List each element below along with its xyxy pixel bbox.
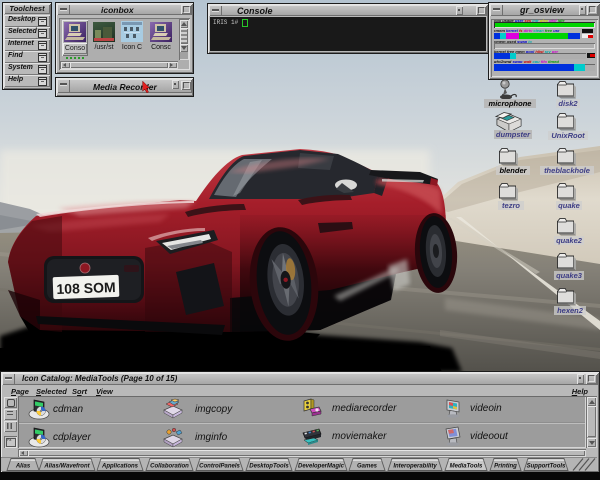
svg-text:Printing: Printing	[494, 464, 517, 470]
svg-text:Interoperability: Interoperability	[393, 464, 437, 470]
svg-text:SupportTools: SupportTools	[527, 464, 566, 470]
svg-text:MediaTools: MediaTools	[450, 464, 483, 470]
svg-text:Games: Games	[357, 464, 378, 470]
svg-text:DesktopTools: DesktopTools	[249, 464, 289, 470]
svg-text:Alias: Alias	[15, 464, 31, 470]
svg-text:DeveloperMagic: DeveloperMagic	[298, 464, 345, 470]
svg-text:Alias/Wavefront: Alias/Wavefront	[43, 464, 90, 470]
svg-text:108 SOM: 108 SOM	[56, 279, 116, 297]
svg-text:Collaboration: Collaboration	[150, 464, 189, 470]
svg-text:ControlPanels: ControlPanels	[199, 464, 240, 470]
svg-text:Applications: Applications	[101, 464, 139, 470]
